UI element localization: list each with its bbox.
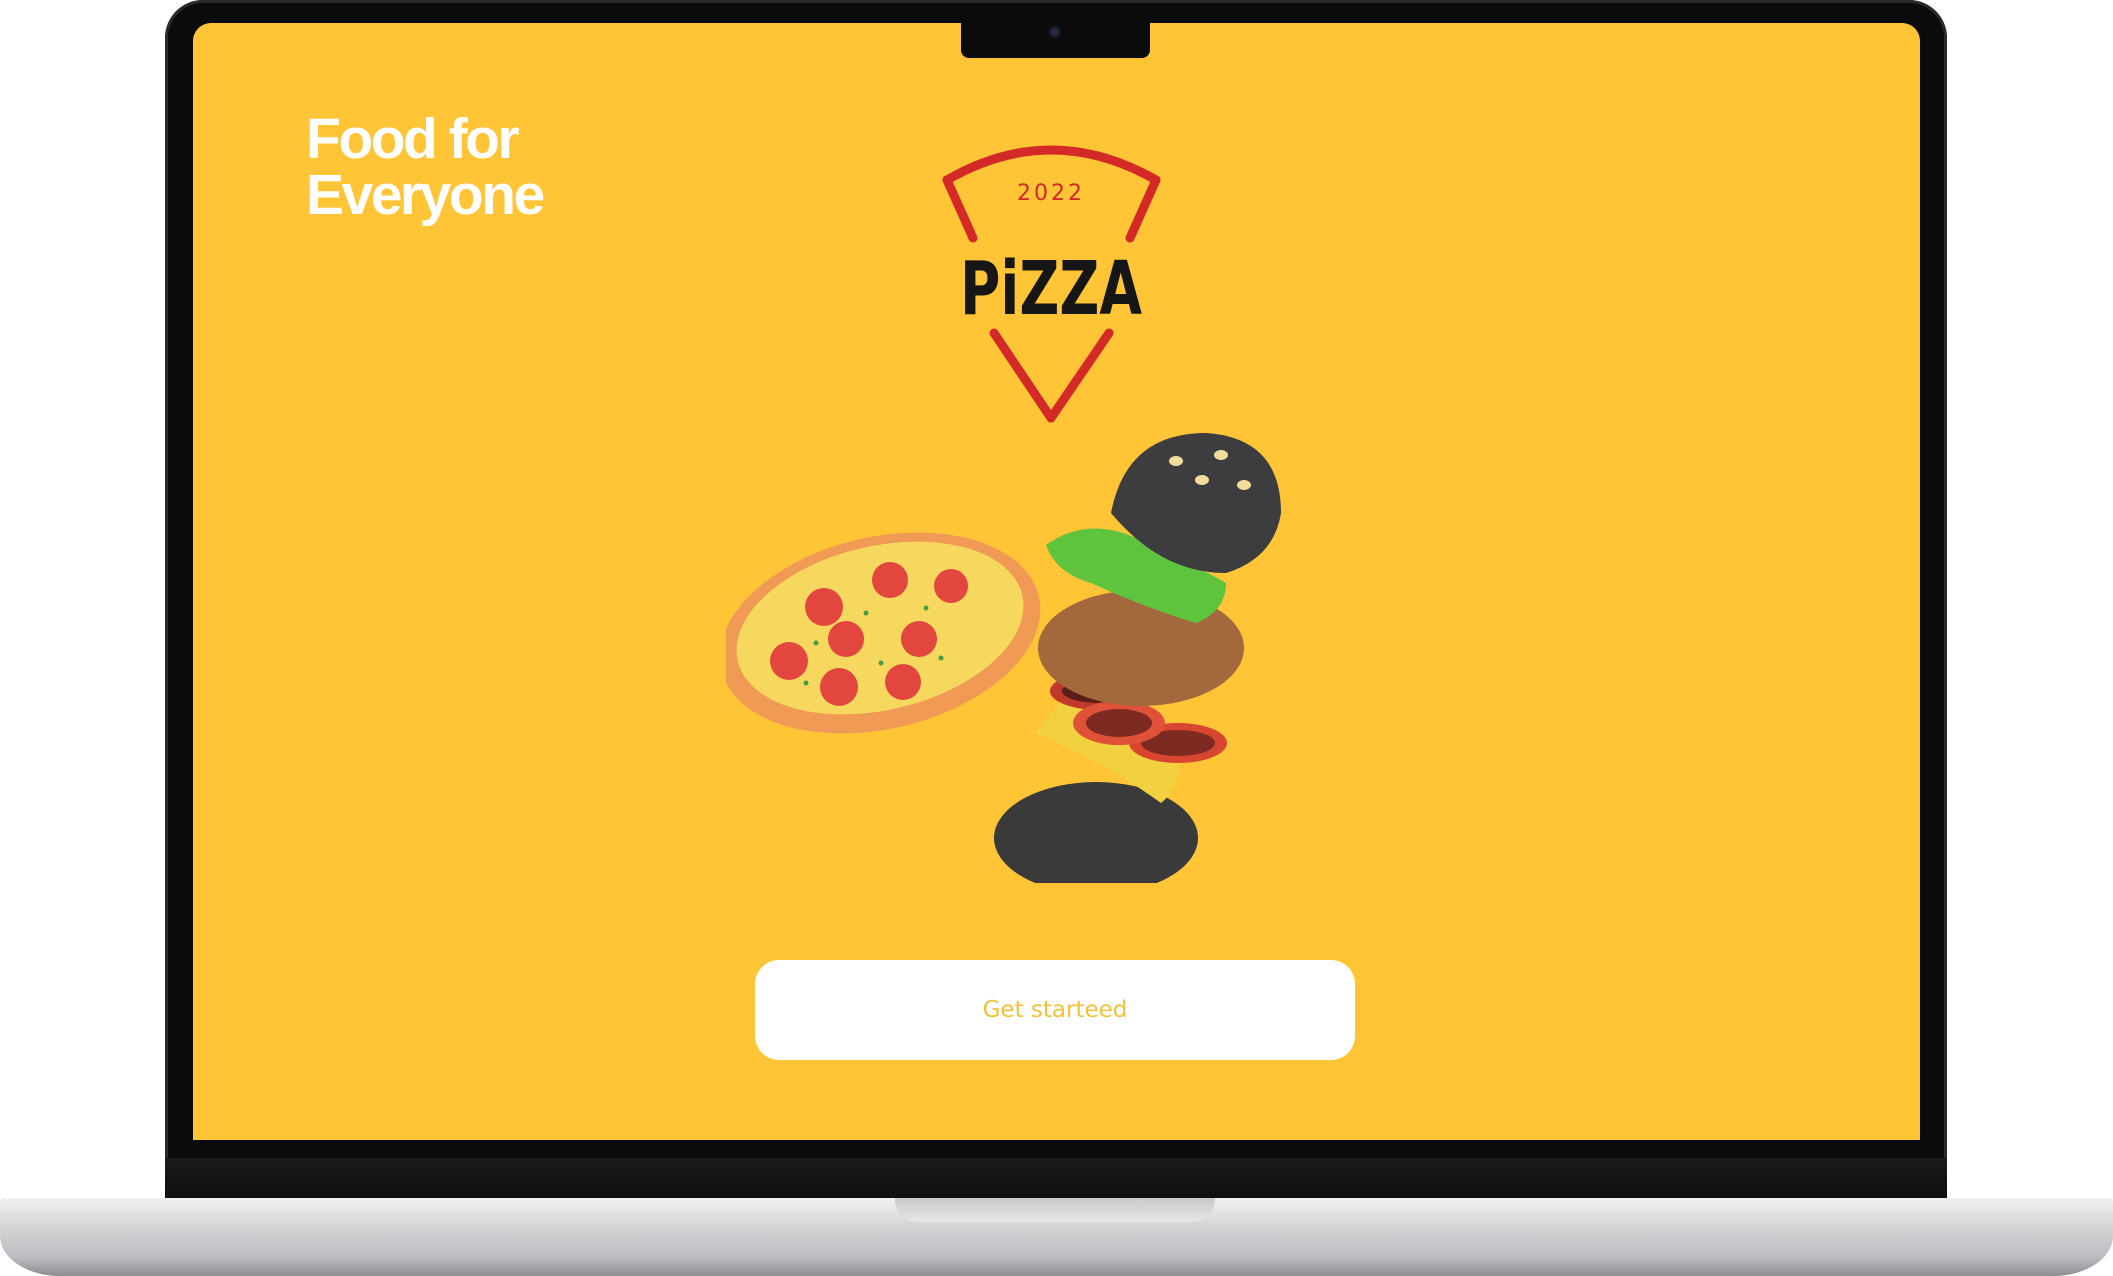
logo-year: 2022 xyxy=(1017,181,1085,206)
logo-right-edge-top xyxy=(1125,175,1161,243)
logo-right-edge-bottom xyxy=(1046,328,1114,423)
logo-crust-arc xyxy=(942,145,1161,185)
get-started-button[interactable]: Get starteed xyxy=(755,960,1355,1060)
app-screen: Food for Everyone 2022 PiZZA Get startee… xyxy=(193,23,1920,1140)
pizza-logo: 2022 PiZZA xyxy=(942,145,1161,423)
tagline: Food for Everyone xyxy=(306,107,626,227)
tagline-line-2: Everyone xyxy=(306,163,545,227)
logo-left-edge-bottom xyxy=(989,328,1056,423)
logo-brand: PiZZA xyxy=(960,246,1142,332)
logo-left-edge-top xyxy=(942,175,978,243)
laptop-base-notch xyxy=(895,1198,1215,1222)
camera-icon xyxy=(1048,25,1062,39)
tagline-line-1: Food for xyxy=(306,107,520,171)
laptop-chin xyxy=(165,1158,1947,1200)
pizza-icon xyxy=(726,532,1041,734)
food-illustration xyxy=(726,433,1281,883)
burger-icon xyxy=(994,433,1281,883)
